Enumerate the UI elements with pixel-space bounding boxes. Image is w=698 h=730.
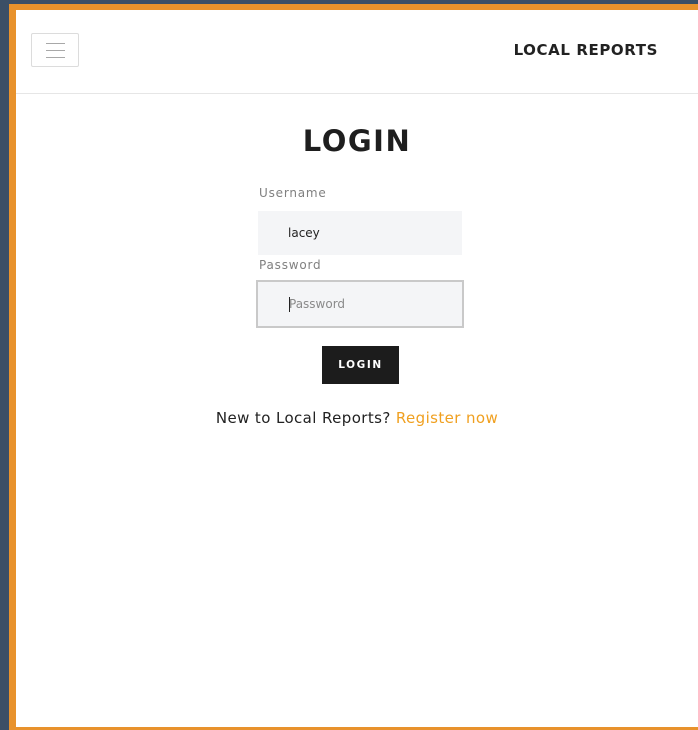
login-button[interactable]: LOGIN [322, 346, 399, 384]
username-label: Username [259, 186, 327, 200]
hamburger-line [46, 43, 65, 44]
password-input[interactable] [256, 280, 464, 328]
page-title: LOGIN [302, 124, 412, 158]
brand-link[interactable]: LOCAL REPORTS [514, 41, 658, 59]
navbar: LOCAL REPORTS [16, 10, 698, 94]
hamburger-line [46, 57, 65, 58]
register-link[interactable]: Register now [396, 409, 498, 427]
hamburger-line [46, 50, 65, 51]
password-label: Password [259, 258, 322, 272]
username-input[interactable] [258, 211, 462, 255]
text-caret [289, 297, 290, 312]
register-prompt-text: New to Local Reports? [215, 409, 391, 427]
page: LOCAL REPORTS LOGIN Username Password LO… [16, 10, 698, 727]
register-prompt: New to Local Reports? Register now [16, 409, 698, 427]
menu-toggle-button[interactable] [31, 33, 79, 67]
